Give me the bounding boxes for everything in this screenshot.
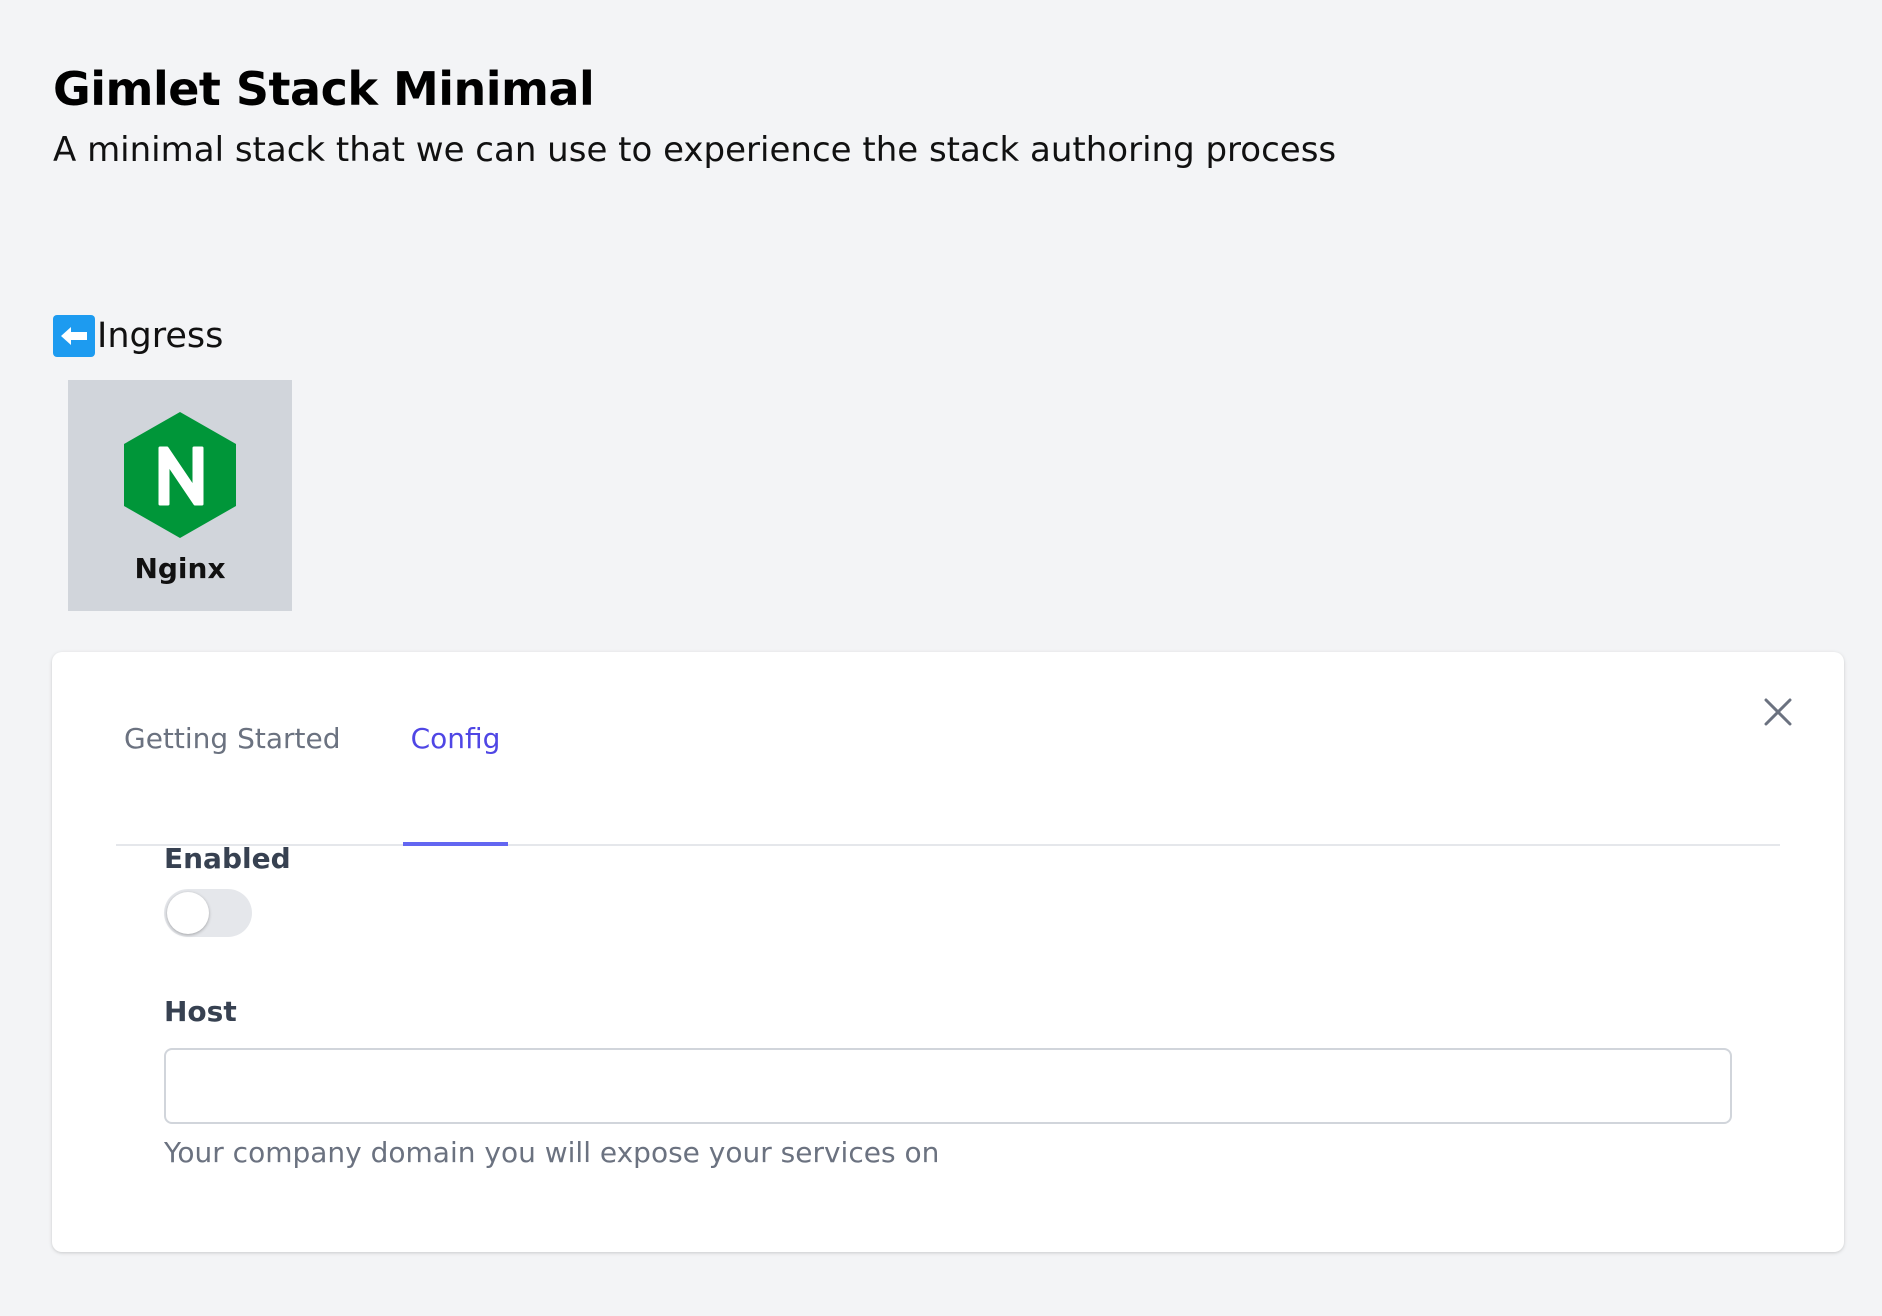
host-input[interactable] — [164, 1048, 1732, 1124]
host-help-text: Your company domain you will expose your… — [164, 1136, 940, 1169]
page-description: A minimal stack that we can use to exper… — [53, 130, 1337, 170]
enabled-toggle[interactable] — [164, 889, 252, 937]
enabled-label: Enabled — [164, 842, 291, 875]
host-label: Host — [164, 995, 237, 1028]
tab-getting-started[interactable]: Getting Started — [116, 670, 348, 806]
section-heading-ingress: Ingress — [53, 315, 223, 357]
config-panel: Getting Started Config Enabled Host Your… — [52, 652, 1844, 1252]
nginx-logo-icon — [124, 412, 236, 538]
component-label: Nginx — [134, 552, 226, 585]
page-title: Gimlet Stack Minimal — [53, 62, 595, 116]
component-tile-nginx[interactable]: Nginx — [68, 380, 292, 611]
tab-bar: Getting Started Config — [116, 706, 1780, 846]
toggle-knob — [167, 892, 209, 934]
left-arrow-emoji-icon — [53, 315, 95, 357]
section-label: Ingress — [97, 316, 224, 356]
active-tab-indicator — [403, 842, 508, 846]
page: Gimlet Stack Minimal A minimal stack tha… — [0, 0, 1882, 1316]
tab-config[interactable]: Config — [403, 670, 508, 806]
